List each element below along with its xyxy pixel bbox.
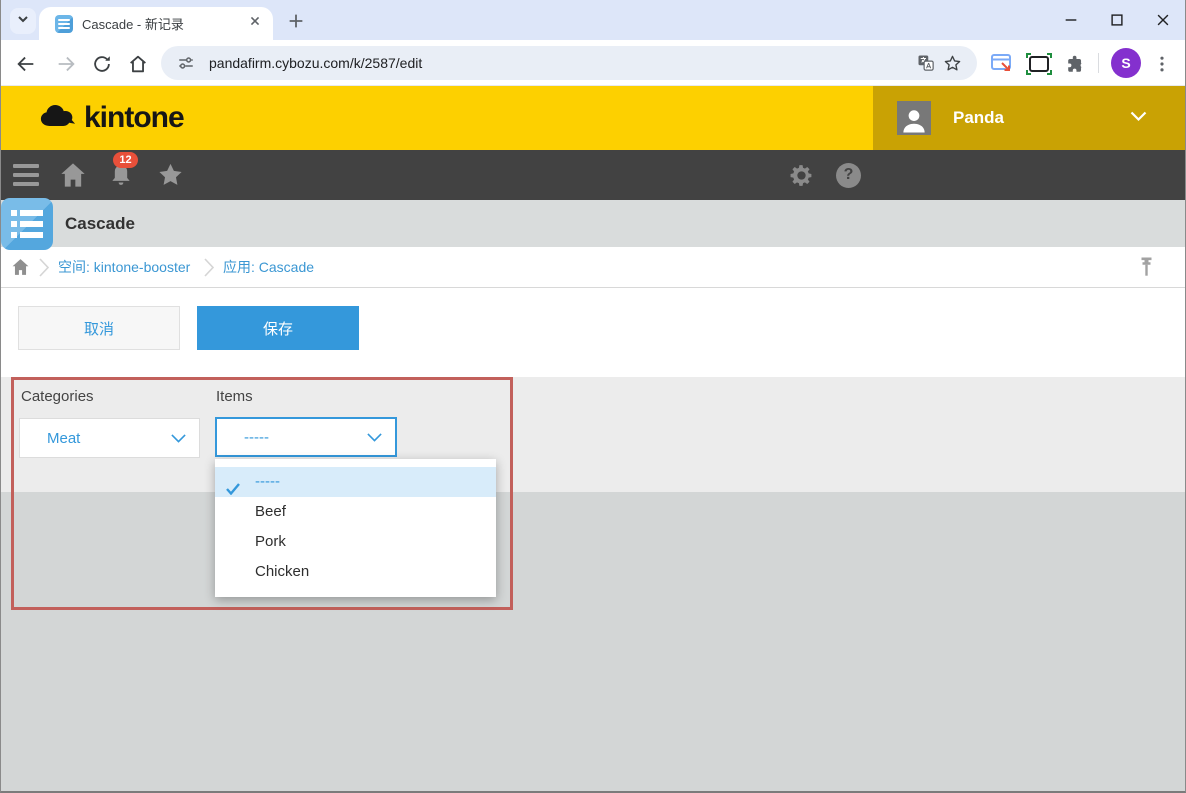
user-menu-chevron-icon [1130, 109, 1147, 127]
app-icon[interactable] [1, 198, 53, 250]
items-select-value: ----- [244, 429, 367, 446]
help-icon[interactable]: ? [836, 150, 861, 200]
breadcrumb-home-icon[interactable] [11, 258, 30, 281]
profile-avatar[interactable]: S [1111, 48, 1141, 78]
breadcrumb-chevron-icon [39, 258, 50, 282]
user-name: Panda [953, 108, 1130, 128]
dropdown-option[interactable]: Beef [215, 497, 496, 527]
kintone-header: kintone Panda [1, 86, 1185, 150]
chevron-down-icon [367, 433, 382, 442]
pin-icon[interactable] [1139, 256, 1154, 283]
window-maximize-button[interactable] [1100, 5, 1134, 35]
categories-select[interactable]: Meat [19, 418, 200, 458]
tab-strip: Cascade - 新记录 [1, 0, 1185, 40]
address-bar[interactable]: pandafirm.cybozu.com/k/2587/edit [161, 46, 977, 80]
home-button[interactable] [125, 51, 151, 77]
translate-icon[interactable] [913, 50, 939, 76]
screenshot-extension-icon[interactable] [989, 51, 1015, 77]
window-close-button[interactable] [1146, 5, 1180, 35]
browser-window: Cascade - 新记录 pandafirm.cy [0, 0, 1186, 793]
browser-tab[interactable]: Cascade - 新记录 [39, 7, 273, 40]
app-title: Cascade [65, 200, 135, 247]
dropdown-option[interactable]: ----- [215, 467, 496, 497]
profile-initial: S [1121, 55, 1130, 71]
portal-home-icon[interactable] [59, 150, 87, 200]
settings-gear-icon[interactable] [789, 150, 814, 200]
save-button[interactable]: 保存 [197, 306, 359, 350]
app-header: Cascade [1, 200, 1185, 247]
tab-close-icon[interactable] [247, 13, 263, 34]
menu-hamburger-icon[interactable] [13, 150, 39, 200]
chevron-down-icon [171, 434, 186, 443]
toolbar-divider [1098, 53, 1099, 73]
categories-select-value: Meat [47, 430, 171, 447]
kintone-favicon-icon [55, 15, 73, 33]
reload-button[interactable] [89, 51, 115, 77]
breadcrumb-app-link[interactable]: 应用: Cascade [223, 247, 314, 287]
breadcrumb: 空间: kintone-booster 应用: Cascade [1, 247, 1185, 288]
url-text[interactable]: pandafirm.cybozu.com/k/2587/edit [209, 55, 913, 71]
fullscreen-capture-icon[interactable] [1026, 51, 1052, 77]
window-minimize-button[interactable] [1054, 5, 1088, 35]
forward-button[interactable] [53, 51, 79, 77]
help-glyph: ? [836, 163, 861, 188]
kintone-logo[interactable]: kintone [39, 86, 184, 150]
breadcrumb-chevron-icon [204, 258, 215, 282]
items-dropdown-list: ----- Beef Pork Chicken [215, 459, 496, 597]
user-avatar-icon [897, 101, 931, 135]
back-button[interactable] [13, 51, 39, 77]
global-navbar: 12 ? [1, 150, 1185, 200]
dropdown-option[interactable]: Chicken [215, 557, 496, 587]
browser-menu-icon[interactable] [1149, 51, 1175, 77]
cancel-button[interactable]: 取消 [18, 306, 180, 350]
tab-search-button[interactable] [10, 8, 36, 34]
notification-count-badge: 12 [113, 152, 138, 168]
dropdown-option[interactable]: Pork [215, 527, 496, 557]
kintone-logo-text: kintone [84, 101, 184, 135]
extensions-puzzle-icon[interactable] [1063, 51, 1089, 77]
site-settings-icon[interactable] [173, 50, 199, 76]
tab-title: Cascade - 新记录 [82, 14, 247, 33]
favorites-star-icon[interactable] [156, 150, 185, 200]
items-select[interactable]: ----- [215, 417, 397, 457]
new-tab-button[interactable] [284, 9, 308, 33]
kintone-cloud-icon [39, 102, 77, 134]
chevron-down-icon [16, 12, 30, 31]
bookmark-star-icon[interactable] [939, 50, 965, 76]
breadcrumb-space-link[interactable]: 空间: kintone-booster [58, 247, 190, 287]
user-menu[interactable]: Panda [873, 86, 1186, 150]
